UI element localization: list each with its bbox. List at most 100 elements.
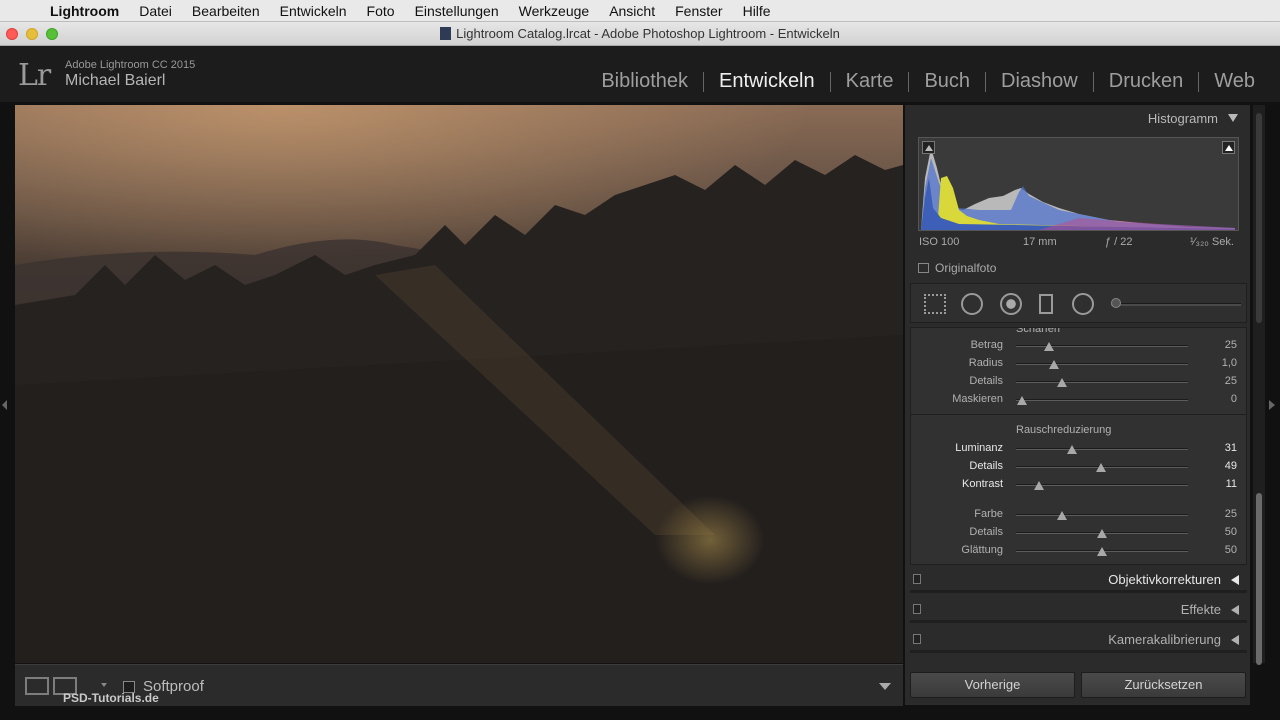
sharpen-details-knob[interactable] <box>1057 378 1067 387</box>
menu-einstellungen[interactable]: Einstellungen <box>405 3 509 19</box>
color-noise-slider[interactable] <box>1016 514 1188 516</box>
sharpen-amount-value[interactable]: 25 <box>1201 339 1237 351</box>
close-window-button[interactable] <box>6 28 18 40</box>
reset-button[interactable]: Zurücksetzen <box>1081 672 1246 698</box>
histogram-header[interactable]: Histogramm <box>905 105 1250 131</box>
color-noise-knob[interactable] <box>1057 511 1067 520</box>
exif-focal-length: 17 mm <box>1023 236 1057 248</box>
crop-tool-icon[interactable] <box>924 294 946 314</box>
noise-details-label: Details <box>969 460 1003 472</box>
section-divider <box>911 414 1246 415</box>
window-titlebar: Lightroom Catalog.lrcat - Adobe Photosho… <box>0 22 1280 46</box>
user-name: Michael Baierl <box>65 72 166 89</box>
menu-app[interactable]: Lightroom <box>40 3 129 19</box>
window-controls <box>6 28 58 40</box>
menu-bearbeiten[interactable]: Bearbeiten <box>182 3 270 19</box>
color-smoothness-value[interactable]: 50 <box>1201 544 1237 556</box>
color-smoothness-knob[interactable] <box>1097 547 1107 556</box>
collapse-triangle-icon[interactable] <box>1228 114 1238 122</box>
identity-plate: Lr Adobe Lightroom CC 2015 Michael Baier… <box>0 46 1280 102</box>
original-photo-checkbox[interactable] <box>918 263 929 273</box>
lens-flare <box>655 495 765 585</box>
noise-luminance-slider[interactable] <box>1016 448 1188 450</box>
exif-shutter: ¹⁄₃₂₀ Sek. <box>1190 236 1234 248</box>
sharpen-details-value[interactable]: 25 <box>1201 375 1237 387</box>
histogram[interactable] <box>918 137 1239 231</box>
viewer-toolbar: Softproof PSD-Tutorials.de <box>15 664 903 706</box>
bottom-buttons: Vorherige Zurücksetzen <box>910 672 1247 698</box>
expand-triangle-icon[interactable] <box>1231 635 1239 645</box>
menu-fenster[interactable]: Fenster <box>665 3 732 19</box>
color-details-knob[interactable] <box>1097 529 1107 538</box>
sharpen-radius-slider[interactable] <box>1016 363 1188 365</box>
red-eye-icon[interactable] <box>1000 293 1022 315</box>
menu-werkzeuge[interactable]: Werkzeuge <box>509 3 600 19</box>
sharpen-radius-knob[interactable] <box>1049 360 1059 369</box>
noise-luminance-label: Luminanz <box>955 442 1003 454</box>
panel-switch-icon[interactable] <box>913 634 921 644</box>
adjustment-brush-icon[interactable] <box>1111 298 1121 308</box>
sharpen-amount-label: Betrag <box>970 339 1003 351</box>
panel-switch-icon[interactable] <box>913 574 921 584</box>
noise-reduction-title: Rauschreduzierung <box>1016 424 1112 436</box>
module-picker: Bibliothek Entwickeln Karte Buch Diashow… <box>586 70 1270 93</box>
module-diashow[interactable]: Diashow <box>986 70 1093 93</box>
color-details-value[interactable]: 50 <box>1201 526 1237 538</box>
noise-details-knob[interactable] <box>1096 463 1106 472</box>
photo-viewer[interactable] <box>15 105 903 663</box>
noise-luminance-value[interactable]: 31 <box>1201 442 1237 454</box>
sharpen-masking-value[interactable]: 0 <box>1201 393 1237 405</box>
scrollbar-track-upper <box>1256 113 1262 323</box>
module-drucken[interactable]: Drucken <box>1094 70 1198 93</box>
sharpen-radius-value[interactable]: 1,0 <box>1201 357 1237 369</box>
zoom-window-button[interactable] <box>46 28 58 40</box>
color-noise-value[interactable]: 25 <box>1201 508 1237 520</box>
panel-camera-calibration[interactable]: Kamerakalibrierung <box>910 627 1247 653</box>
spot-removal-icon[interactable] <box>961 293 983 315</box>
sharpen-masking-knob[interactable] <box>1017 396 1027 405</box>
document-icon <box>440 27 452 40</box>
menu-foto[interactable]: Foto <box>357 3 405 19</box>
right-panel-toggle-icon[interactable] <box>1269 400 1275 410</box>
sharpen-masking-slider[interactable] <box>1016 399 1188 401</box>
sharpen-radius-label: Radius <box>968 357 1003 369</box>
minimize-window-button[interactable] <box>26 28 38 40</box>
noise-luminance-knob[interactable] <box>1067 445 1077 454</box>
menu-entwickeln[interactable]: Entwickeln <box>270 3 357 19</box>
module-entwickeln[interactable]: Entwickeln <box>704 70 830 93</box>
menu-ansicht[interactable]: Ansicht <box>599 3 665 19</box>
photo-landscape <box>15 155 903 663</box>
loupe-view-icon[interactable] <box>25 677 49 695</box>
sharpen-amount-slider[interactable] <box>1016 345 1188 347</box>
panel-lens-corrections[interactable]: Objektivkorrekturen <box>910 567 1247 593</box>
previous-button[interactable]: Vorherige <box>910 672 1075 698</box>
panel-switch-icon[interactable] <box>913 604 921 614</box>
adjustment-brush-track[interactable] <box>1111 303 1241 306</box>
module-karte[interactable]: Karte <box>831 70 909 93</box>
graduated-filter-icon[interactable] <box>1039 294 1053 314</box>
sharpen-amount-knob[interactable] <box>1044 342 1054 351</box>
left-panel-toggle-icon[interactable] <box>2 400 7 410</box>
scrollbar-thumb[interactable] <box>1256 493 1262 665</box>
highlight-clipping-icon[interactable] <box>1222 141 1235 154</box>
exif-aperture: ƒ / 22 <box>1105 236 1133 248</box>
module-bibliothek[interactable]: Bibliothek <box>586 70 703 93</box>
view-mode-dropdown-icon[interactable] <box>101 683 107 687</box>
expand-triangle-icon[interactable] <box>1231 575 1239 585</box>
lightroom-logo: Lr <box>18 58 51 93</box>
histogram-title: Histogramm <box>1147 111 1218 126</box>
noise-contrast-value[interactable]: 11 <box>1201 478 1237 490</box>
module-buch[interactable]: Buch <box>909 70 985 93</box>
panel-effects[interactable]: Effekte <box>910 597 1247 623</box>
shadow-clipping-icon[interactable] <box>922 141 935 154</box>
radial-filter-icon[interactable] <box>1072 293 1094 315</box>
noise-contrast-knob[interactable] <box>1034 481 1044 490</box>
module-web[interactable]: Web <box>1199 70 1270 93</box>
sharpen-details-slider[interactable] <box>1016 381 1188 383</box>
menu-hilfe[interactable]: Hilfe <box>733 3 781 19</box>
right-panel-scrollbar[interactable] <box>1253 105 1265 665</box>
toolbar-content-menu-icon[interactable] <box>879 683 891 690</box>
expand-triangle-icon[interactable] <box>1231 605 1239 615</box>
noise-details-value[interactable]: 49 <box>1201 460 1237 472</box>
menu-datei[interactable]: Datei <box>129 3 182 19</box>
